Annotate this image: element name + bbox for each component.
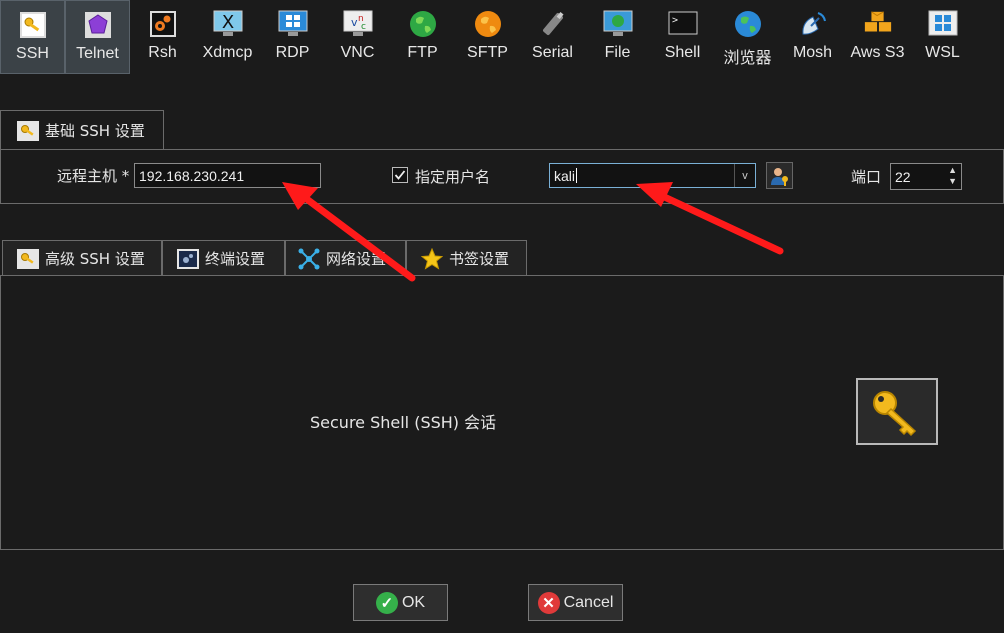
ok-button[interactable]: ✓ OK bbox=[353, 584, 448, 621]
check-circle-icon: ✓ bbox=[375, 591, 398, 614]
cancel-button[interactable]: ✕ Cancel bbox=[528, 584, 623, 621]
red-arrow-remote-host bbox=[282, 182, 416, 282]
annotation-arrows bbox=[282, 182, 784, 282]
cancel-label: Cancel bbox=[563, 593, 614, 611]
ok-label: OK bbox=[401, 593, 426, 611]
close-circle-icon: ✕ bbox=[537, 591, 560, 614]
red-arrow-username bbox=[636, 182, 784, 255]
